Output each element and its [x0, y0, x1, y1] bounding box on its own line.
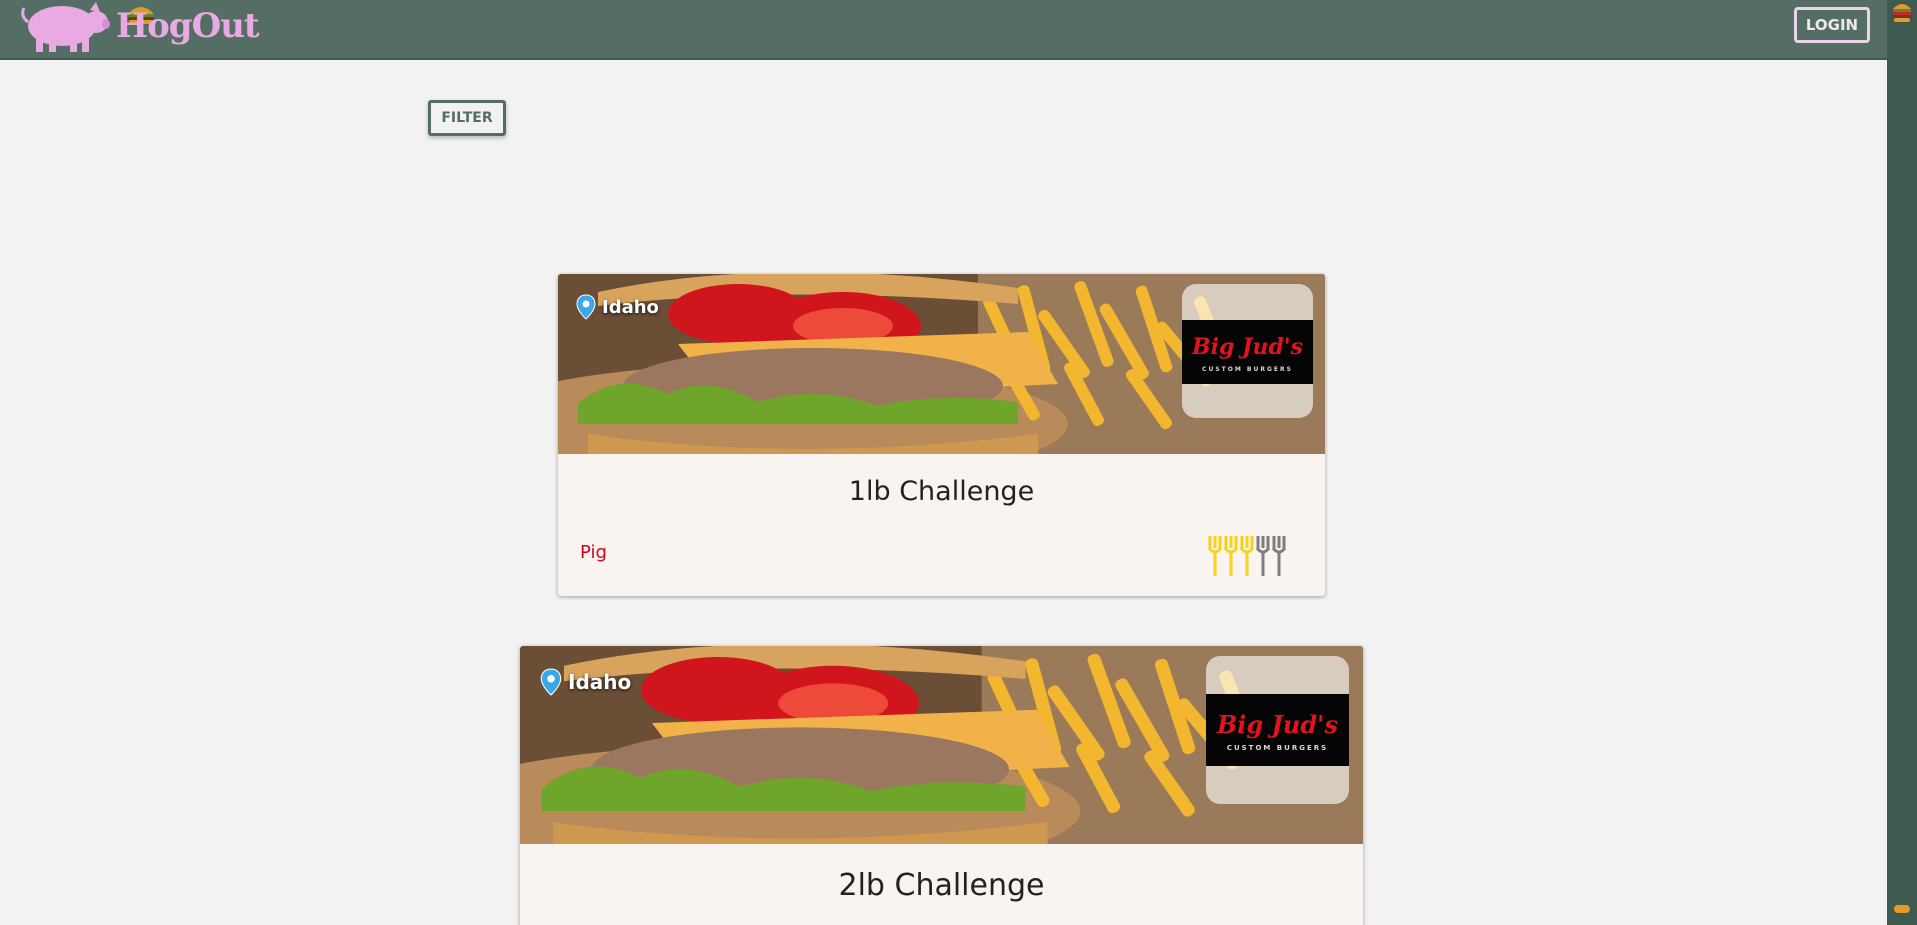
fork-icon-empty: [1256, 536, 1270, 576]
tier-label: Pig: [580, 542, 607, 563]
brand-subtitle: CUSTOM BURGERS: [1226, 744, 1329, 752]
location-label: Idaho: [568, 670, 632, 694]
app-name: HogOut: [116, 6, 260, 46]
location-label: Idaho: [602, 296, 659, 318]
burger-scroll-up-icon[interactable]: [1891, 0, 1913, 24]
login-button[interactable]: LOGIN: [1794, 7, 1870, 43]
pig-icon: [21, 2, 110, 52]
card-hero-image: Idaho Big Jud's CUSTOM BURGERS: [520, 646, 1363, 844]
fork-icon-filled: [1240, 536, 1254, 576]
challenge-card[interactable]: Idaho Big Jud's CUSTOM BURGERS 2lb Chall…: [520, 646, 1363, 925]
fork-icon-filled: [1224, 536, 1238, 576]
fork-rating: [1208, 536, 1286, 576]
scrollbar[interactable]: [1887, 0, 1917, 925]
challenge-title: 1lb Challenge: [848, 476, 1035, 507]
map-pin-icon: [576, 294, 596, 320]
card-location: Idaho: [540, 668, 631, 696]
challenge-card[interactable]: Idaho Big Jud's CUSTOM BURGERS 1lb Chall…: [558, 274, 1325, 596]
restaurant-logo: Big Jud's CUSTOM BURGERS: [1206, 656, 1349, 804]
brand-name: Big Jud's: [1192, 334, 1303, 360]
brand-subtitle: CUSTOM BURGERS: [1202, 366, 1293, 373]
map-pin-icon: [540, 668, 562, 696]
brand-name: Big Jud's: [1217, 710, 1338, 739]
top-navbar: HogOut LOGIN: [0, 0, 1887, 60]
hogout-logo[interactable]: HogOut: [14, 0, 260, 58]
fork-icon-empty: [1272, 536, 1286, 576]
card-hero-image: Idaho Big Jud's CUSTOM BURGERS: [558, 274, 1325, 454]
burger-scroll-down-icon[interactable]: [1891, 903, 1913, 925]
fork-icon-filled: [1208, 536, 1222, 576]
filter-button[interactable]: FILTER: [428, 100, 506, 136]
restaurant-logo: Big Jud's CUSTOM BURGERS: [1182, 284, 1313, 418]
challenge-title: 2lb Challenge: [838, 868, 1045, 903]
card-location: Idaho: [576, 294, 659, 320]
